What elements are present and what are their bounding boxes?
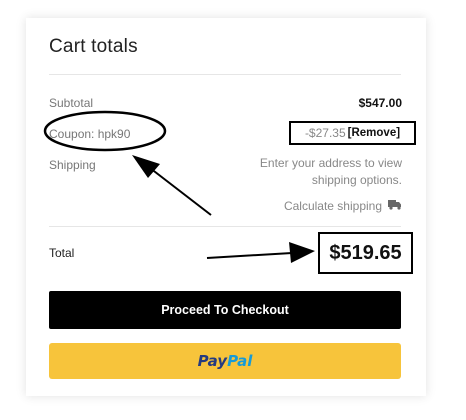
coupon-highlight-ellipse	[43, 110, 167, 152]
annotation-overlay	[43, 110, 315, 263]
coupon-arrow-shaft	[149, 167, 212, 216]
total-arrow-shaft	[206, 252, 293, 259]
total-arrow-head	[289, 242, 315, 263]
coupon-arrow-head	[132, 155, 160, 178]
